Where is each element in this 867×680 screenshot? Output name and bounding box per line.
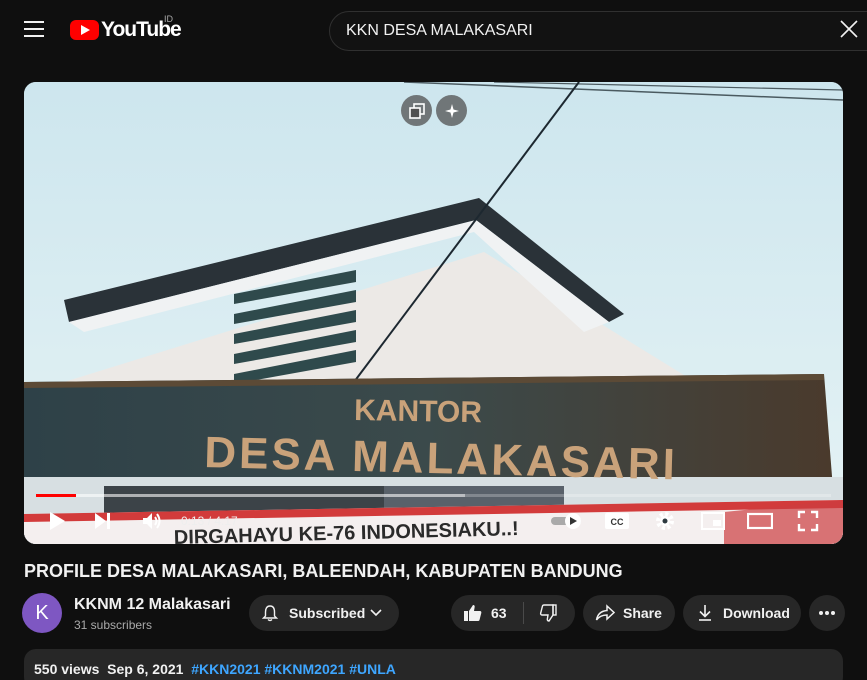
close-icon[interactable] (838, 18, 860, 40)
theater-mode-icon[interactable] (746, 506, 774, 536)
description-meta: 550 views Sep 6, 2021 #KKN2021 #KKNM2021… (34, 661, 396, 677)
hashtag-link[interactable]: #KKNM2021 (264, 661, 345, 677)
progress-buffer (36, 494, 466, 497)
search-input[interactable]: KKN DESA MALAKASARI (346, 22, 533, 40)
like-button[interactable]: 63 (451, 595, 523, 631)
cc-label: CC (611, 517, 624, 527)
chevron-down-icon (370, 609, 382, 617)
fullscreen-icon[interactable] (794, 506, 822, 536)
player-controls: 0:13 / 4:17 CC (24, 506, 843, 536)
dislike-button[interactable] (524, 595, 575, 631)
thumbs-up-icon (464, 605, 482, 621)
channel-avatar[interactable]: K (22, 593, 62, 633)
download-label: Download (723, 605, 790, 621)
more-horizontal-icon (819, 611, 835, 615)
volume-icon[interactable] (138, 506, 166, 536)
next-icon[interactable] (90, 506, 116, 536)
channel-name[interactable]: KKNM 12 Malakasari (74, 596, 231, 614)
video-frame: DIRGAHAYU KE-76 INDONESIAKU..! KANTOR DE… (24, 82, 843, 544)
upload-date: Sep 6, 2021 (107, 661, 184, 677)
share-icon (595, 604, 615, 621)
share-button[interactable]: Share (583, 595, 675, 631)
download-icon (699, 605, 711, 621)
progress-bar[interactable] (36, 494, 831, 497)
video-title: PROFILE DESA MALAKASARI, BALEENDAH, KABU… (24, 561, 623, 581)
settings-gear-icon[interactable] (651, 506, 679, 536)
menu-icon[interactable] (24, 21, 44, 37)
subscriber-count: 31 subscribers (74, 618, 153, 632)
sign-line1: KANTOR (354, 394, 483, 429)
more-actions-button[interactable] (809, 595, 845, 631)
hashtag-link[interactable]: #UNLA (349, 661, 396, 677)
bell-icon (261, 605, 279, 622)
share-label: Share (623, 605, 662, 621)
like-dislike-group: 63 (451, 595, 575, 631)
play-icon[interactable] (44, 506, 70, 536)
region-code: ID (164, 14, 173, 24)
copy-link-icon[interactable] (401, 95, 432, 126)
thumbs-down-icon (539, 604, 557, 622)
sparkle-icon[interactable] (436, 95, 467, 126)
view-count: 550 views (34, 661, 100, 677)
download-button[interactable]: Download (683, 595, 801, 631)
subscribed-button[interactable]: Subscribed (249, 595, 399, 631)
cc-icon[interactable]: CC (602, 506, 632, 536)
miniplayer-icon[interactable] (699, 506, 727, 536)
subscribed-label: Subscribed (289, 605, 366, 621)
progress-played (36, 494, 76, 497)
top-bar: YouTube ID KKN DESA MALAKASARI (0, 0, 867, 62)
autoplay-toggle[interactable] (549, 506, 585, 536)
video-player[interactable]: DIRGAHAYU KE-76 INDONESIAKU..! KANTOR DE… (24, 82, 843, 544)
search-box[interactable]: KKN DESA MALAKASARI (329, 11, 867, 51)
time-display: 0:13 / 4:17 (181, 514, 238, 528)
youtube-play-icon (70, 20, 99, 40)
like-count: 63 (491, 605, 507, 621)
hashtag-link[interactable]: #KKN2021 (191, 661, 260, 677)
description-box[interactable]: 550 views Sep 6, 2021 #KKN2021 #KKNM2021… (24, 649, 843, 680)
